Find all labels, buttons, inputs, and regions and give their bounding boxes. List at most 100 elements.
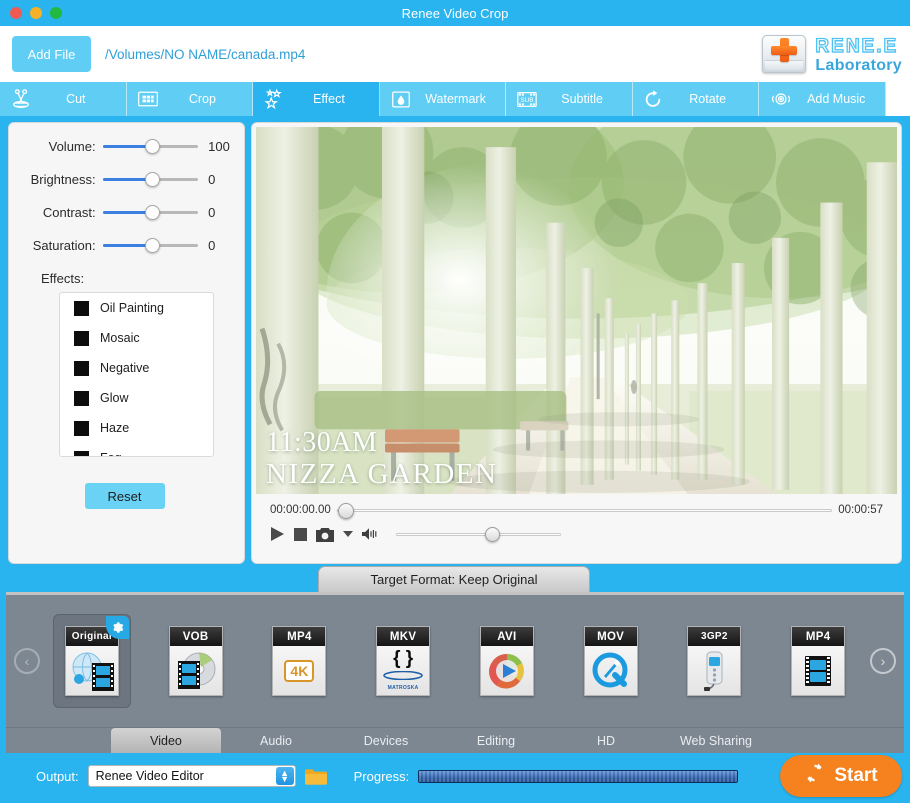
checkbox-icon[interactable] [74,450,89,456]
tab-devices[interactable]: Devices [331,728,441,753]
tab-audio[interactable]: Audio [221,728,331,753]
start-button[interactable]: Start [780,755,902,797]
saturation-slider[interactable] [102,237,199,253]
stop-icon[interactable] [294,527,307,541]
contrast-slider[interactable] [102,204,199,220]
seek-slider-knob[interactable] [337,502,354,519]
format-card: 3GP2 [687,626,742,696]
volume-slider[interactable] [102,138,199,154]
effects-list-label: Effects: [41,271,85,286]
brightness-slider[interactable] [102,171,199,187]
snapshot-icon[interactable] [316,527,334,542]
contrast-label: Contrast: [42,205,96,220]
saturation-slider-knob[interactable] [145,237,161,253]
tab-watermark[interactable]: Watermark [380,82,507,116]
start-button-label: Start [834,765,878,786]
tab-subtitle[interactable]: SUB Subtitle [506,82,633,116]
subtitle-icon: SUB [516,90,538,109]
format-item-avi[interactable]: AVI [468,614,546,708]
matroska-caption: MATROSKA [387,685,419,692]
progress-label: Progress: [353,768,410,784]
list-item[interactable]: Mosaic [60,323,213,353]
volume-slider-knob[interactable] [145,138,161,154]
zoom-button[interactable] [50,7,62,19]
volume-icon[interactable] [362,527,379,541]
output-select[interactable]: Renee Video Editor ▲ ▼ [87,765,296,787]
effects-list[interactable]: Oil Painting Mosaic Negative Glow Haze [59,292,214,457]
medical-case-icon [759,31,809,77]
format-card-title: MP4 [273,627,326,646]
format-item-vob[interactable]: VOB [157,614,235,708]
file-bar: Add File /Volumes/NO NAME/canada.mp4 REN… [0,26,910,82]
checkbox-icon[interactable] [74,390,89,406]
format-item-mov[interactable]: MOV [572,614,650,708]
4k-badge-icon: 4K [273,646,325,695]
list-item[interactable]: Negative [60,353,213,383]
tab-crop-label: Crop [188,92,216,106]
tab-effect-label: Effect [313,92,345,106]
format-card: MOV [583,626,638,696]
toolbar-spacer [886,82,910,116]
effect-label: Oil Painting [100,301,164,315]
scissors-icon [10,88,32,110]
checkbox-icon[interactable] [74,330,89,346]
format-item-3gp2[interactable]: 3GP2 [675,614,753,708]
tab-rotate-label: Rotate [689,92,727,106]
tab-video[interactable]: Video [111,728,221,753]
tab-editing[interactable]: Editing [441,728,551,753]
seek-slider[interactable] [336,502,833,519]
format-card: MP4 [791,626,846,696]
format-item-mp4-4k[interactable]: MP4 4K [260,614,338,708]
feature-toolbar: Cut Crop Effect Watermark SUB Subtitle R… [0,82,910,116]
tab-rotate[interactable]: Rotate [633,82,760,116]
chevron-updown-icon[interactable]: ▲ ▼ [275,767,294,785]
brightness-slider-knob[interactable] [145,171,161,187]
window-controls [0,7,62,19]
progress-bar [418,769,739,783]
list-item[interactable]: Oil Painting [60,293,213,323]
video-preview[interactable]: 11:30AM NIZZA GARDEN [256,127,897,494]
format-item-original[interactable]: Original [52,614,131,708]
tab-crop[interactable]: Crop [127,82,254,116]
category-tabs: Video Audio Devices Editing HD Web Shari… [6,727,904,753]
target-format-tab[interactable]: Target Format: Keep Original [318,566,590,592]
reset-button[interactable]: Reset [84,483,165,509]
list-item[interactable]: Glow [60,383,213,413]
add-file-button[interactable]: Add File [12,36,91,72]
preview-panel: 11:30AM NIZZA GARDEN 00:00:00.00 00:00:5… [251,122,902,564]
list-item[interactable]: Haze [60,413,213,443]
list-item[interactable]: Fog [60,443,213,456]
volume-slider-player[interactable] [396,526,561,542]
checkbox-icon[interactable] [74,420,89,436]
renee-video-crop-window: Renee Video Crop Add File /Volumes/NO NA… [0,0,910,803]
snapshot-dropdown-icon[interactable] [343,530,353,538]
checkbox-icon[interactable] [74,360,89,376]
tab-hd[interactable]: HD [551,728,661,753]
contrast-slider-knob[interactable] [145,204,161,220]
format-card-title: MKV [377,627,430,646]
4k-badge-label: 4K [284,659,315,682]
tab-cut[interactable]: Cut [0,82,127,116]
effect-label: Mosaic [100,331,140,345]
play-icon[interactable] [270,526,285,542]
carousel-next-arrow[interactable]: › [870,648,896,674]
tab-web-sharing[interactable]: Web Sharing [661,728,771,753]
tab-add-music[interactable]: Add Music [759,82,887,116]
output-select-value: Renee Video Editor [95,769,204,783]
format-items: Original VOB MP4 4K MKV {} MATROSKA AVI… [40,595,870,727]
volume-slider-player-knob[interactable] [484,526,500,542]
minimize-button[interactable] [30,7,42,19]
close-button[interactable] [10,7,22,19]
checkbox-icon[interactable] [74,300,89,316]
tab-effect[interactable]: Effect [253,82,380,116]
brand-logo: RENE.E Laboratory [759,28,902,80]
carousel-prev-arrow[interactable]: ‹ [14,648,40,674]
format-card: MKV { } MATROSKA [376,626,431,696]
refresh-icon [804,762,825,790]
format-item-mkv[interactable]: MKV { } MATROSKA [364,614,442,708]
film-icon [792,646,844,695]
disc-icon [769,89,793,109]
saturation-value: 0 [208,238,216,253]
format-item-mp4[interactable]: MP4 [779,614,857,708]
folder-icon[interactable] [304,768,327,785]
